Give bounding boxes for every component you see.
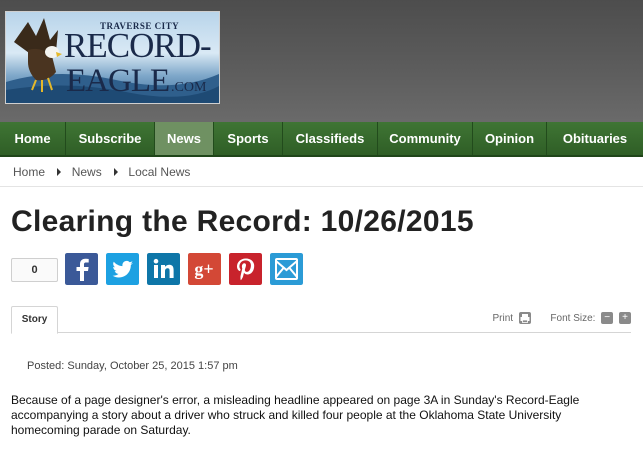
nav-subscribe[interactable]: Subscribe xyxy=(66,122,155,155)
article-tools: Print Font Size: − + xyxy=(493,312,631,324)
nav-news[interactable]: News xyxy=(155,122,214,155)
tab-story[interactable]: Story xyxy=(11,306,58,334)
breadcrumb-local-news[interactable]: Local News xyxy=(128,165,190,179)
page-title: Clearing the Record: 10/26/2015 xyxy=(11,205,474,238)
divider xyxy=(0,186,643,187)
font-size-label: Font Size: xyxy=(550,312,596,324)
tab-divider xyxy=(11,332,631,333)
print-label[interactable]: Print xyxy=(493,313,514,324)
chevron-right-icon xyxy=(57,167,62,176)
breadcrumb: Home News Local News xyxy=(13,164,190,179)
posted-date: Posted: Sunday, October 25, 2015 1:57 pm xyxy=(27,360,238,372)
site-header: TRAVERSE CITY RECORD- EAGLE .COM xyxy=(0,0,643,122)
logo-line2: EAGLE xyxy=(66,63,170,99)
email-icon[interactable] xyxy=(270,253,303,285)
logo-suffix: .COM xyxy=(171,80,207,95)
share-count: 0 xyxy=(11,258,58,282)
svg-text:g+: g+ xyxy=(194,259,213,279)
nav-opinion[interactable]: Opinion xyxy=(473,122,547,155)
facebook-icon[interactable] xyxy=(65,253,98,285)
nav-home[interactable]: Home xyxy=(0,122,66,155)
nav-community[interactable]: Community xyxy=(378,122,473,155)
nav-classifieds[interactable]: Classifieds xyxy=(283,122,378,155)
pinterest-icon[interactable] xyxy=(229,253,262,285)
site-logo[interactable]: TRAVERSE CITY RECORD- EAGLE .COM xyxy=(5,11,220,104)
nav-obituaries[interactable]: Obituaries xyxy=(547,122,643,155)
google-plus-icon[interactable]: g+ xyxy=(188,253,221,285)
font-increase-icon[interactable]: + xyxy=(619,312,631,324)
article-body: Because of a page designer's error, a mi… xyxy=(11,393,580,437)
main-nav: Home Subscribe News Sports Classifieds C… xyxy=(0,122,643,157)
chevron-right-icon xyxy=(114,167,119,176)
breadcrumb-news[interactable]: News xyxy=(72,165,102,179)
linkedin-icon[interactable] xyxy=(147,253,180,285)
breadcrumb-home[interactable]: Home xyxy=(13,165,45,179)
font-decrease-icon[interactable]: − xyxy=(601,312,614,324)
nav-sports[interactable]: Sports xyxy=(214,122,283,155)
twitter-icon[interactable] xyxy=(106,253,139,285)
logo-line1: RECORD- xyxy=(64,26,212,65)
print-icon[interactable] xyxy=(518,312,531,324)
